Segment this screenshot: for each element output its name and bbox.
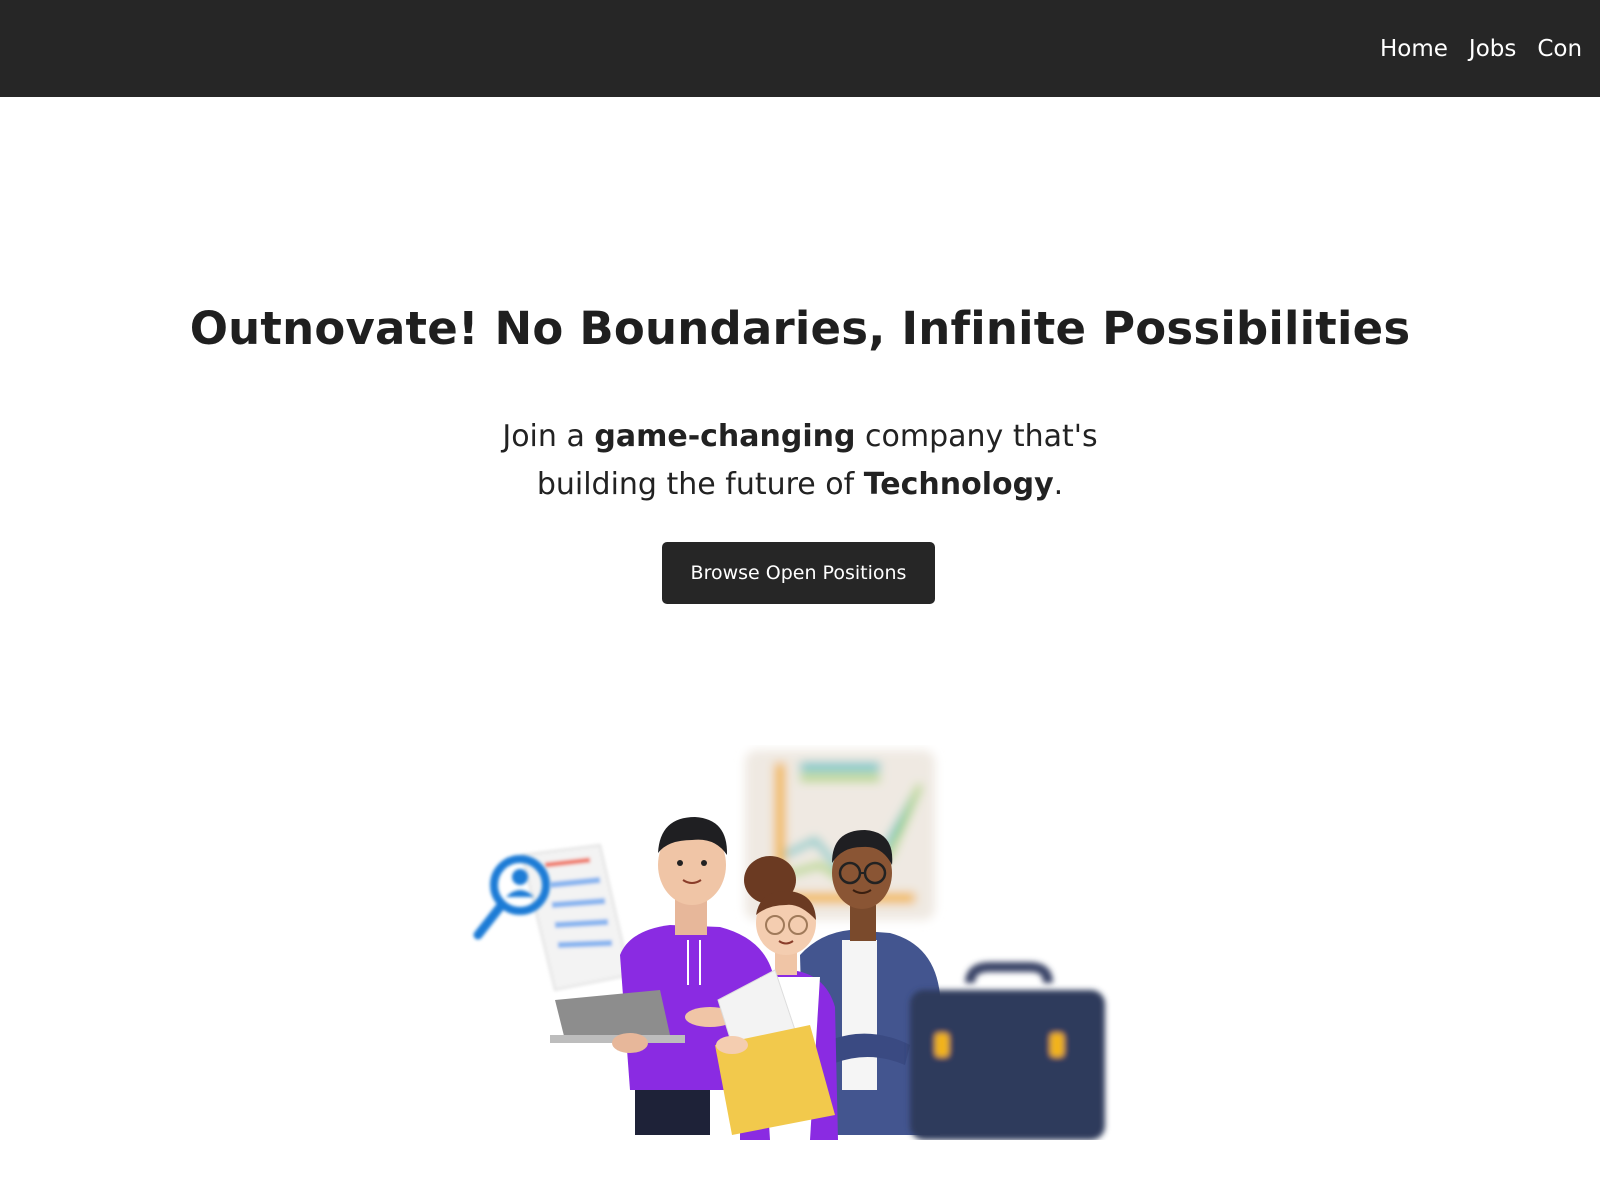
- subtitle-text: Join a: [502, 419, 595, 454]
- top-navbar: Home Jobs Con: [0, 0, 1600, 97]
- nav-link-jobs[interactable]: Jobs: [1469, 36, 1516, 62]
- briefcase-icon: [910, 962, 1105, 1140]
- subtitle-text: .: [1053, 467, 1064, 502]
- subtitle-text: building the future of: [536, 467, 864, 502]
- subtitle-text: company that's: [855, 419, 1098, 454]
- nav-links: Home Jobs Con: [1380, 0, 1600, 97]
- hero-subtitle: Join a game-changing company that's build…: [400, 413, 1200, 509]
- subtitle-bold-text: Technology: [863, 467, 1054, 502]
- hero-title: Outnovate! No Boundaries, Infinite Possi…: [189, 302, 1411, 355]
- team-illustration: [473, 750, 1105, 1140]
- nav-link-contact[interactable]: Con: [1537, 36, 1582, 62]
- nav-link-home[interactable]: Home: [1380, 36, 1448, 62]
- browse-positions-button[interactable]: Browse Open Positions: [662, 542, 935, 604]
- subtitle-bold-text: game-changing: [594, 419, 856, 454]
